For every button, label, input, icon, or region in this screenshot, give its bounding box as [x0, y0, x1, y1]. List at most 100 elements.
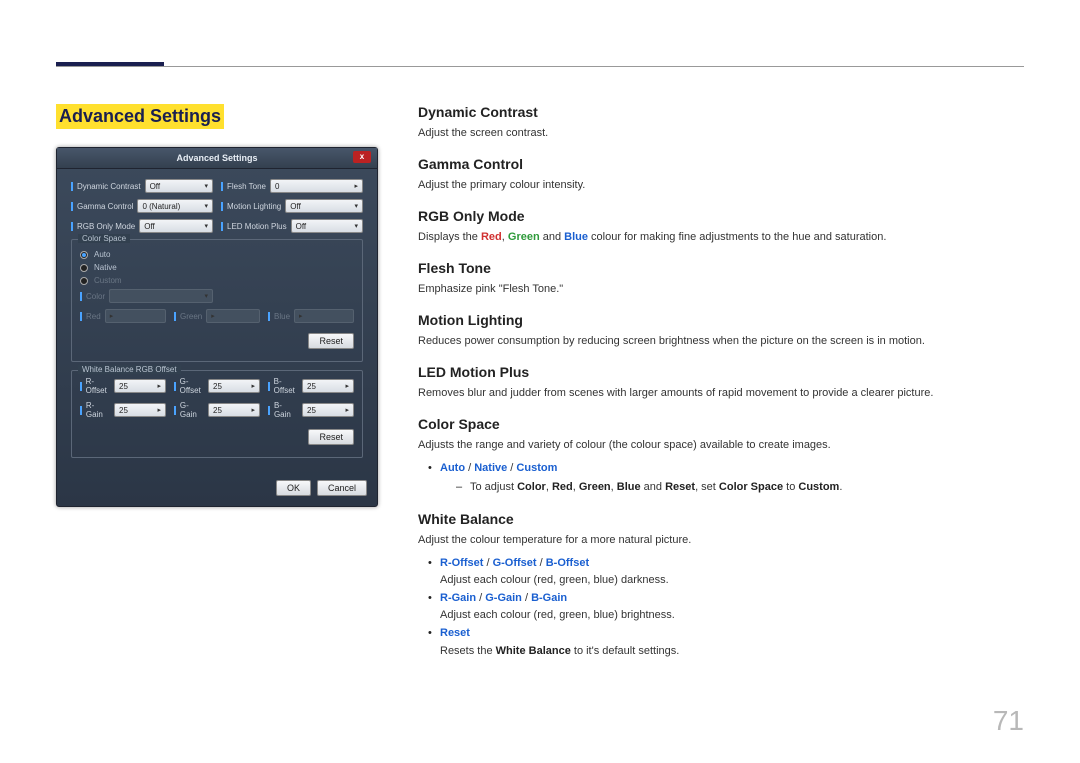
- radio-icon: [80, 264, 88, 272]
- keyword: Color: [517, 481, 546, 493]
- select-r-offset[interactable]: 25▸: [114, 379, 166, 393]
- select-value: Off: [290, 202, 301, 211]
- select-g-offset[interactable]: 25 ▸: [208, 379, 260, 393]
- desc-led-motion-plus: Removes blur and judder from scenes with…: [418, 386, 1024, 402]
- close-icon[interactable]: x: [353, 151, 371, 163]
- keyword: Color Space: [719, 481, 783, 493]
- dialog-titlebar: Advanced Settings x: [57, 148, 377, 169]
- keyword: Reset: [665, 481, 695, 493]
- text: , set: [695, 481, 719, 493]
- chevron-right-icon: ▸: [110, 312, 114, 320]
- section-title-advanced-settings: Advanced Settings: [56, 104, 224, 129]
- cancel-button[interactable]: Cancel: [317, 480, 367, 496]
- option-g-gain: G-Gain: [485, 592, 522, 604]
- select-red: ▸: [105, 309, 166, 323]
- chevron-down-icon: ▾: [204, 292, 208, 300]
- text: and: [641, 481, 665, 493]
- select-g-gain[interactable]: 25 ▸: [208, 403, 260, 417]
- radio-label: Auto: [94, 250, 110, 259]
- list-color-space: Auto / Native / Custom To adjust Color, …: [418, 460, 1024, 497]
- chevron-right-icon: ▸: [345, 382, 349, 390]
- heading-gamma-control: Gamma Control: [418, 156, 1024, 172]
- select-gamma-control[interactable]: 0 (Natural)▾: [137, 199, 213, 213]
- row-rgb: Red ▸ Green ▸ Blue ▸: [80, 309, 354, 323]
- label-b-offset: B-Offset: [268, 377, 298, 395]
- select-rgb-only-mode[interactable]: Off▾: [139, 219, 213, 233]
- chevron-right-icon: ▸: [354, 182, 358, 190]
- select-value: 0: [275, 182, 279, 191]
- keyword: Blue: [617, 481, 641, 493]
- label-r-gain: R-Gain: [80, 401, 110, 419]
- chevron-right-icon: ▸: [211, 312, 215, 320]
- text: Displays the: [418, 231, 481, 243]
- label-red: Red: [80, 312, 101, 321]
- radio-custom[interactable]: Custom: [80, 276, 354, 285]
- heading-flesh-tone: Flesh Tone: [418, 260, 1024, 276]
- list-item: Auto / Native / Custom To adjust Color, …: [418, 460, 1024, 497]
- label-g-offset: G-Offset: [174, 377, 204, 395]
- select-value: 0 (Natural): [142, 202, 180, 211]
- color-space-reset-row: Reset: [80, 329, 354, 351]
- desc-white-balance: Adjust the colour temperature for a more…: [418, 533, 1024, 549]
- label-flesh-tone: Flesh Tone: [221, 182, 266, 191]
- heading-dynamic-contrast: Dynamic Contrast: [418, 104, 1024, 120]
- chevron-down-icon: ▾: [204, 182, 208, 190]
- desc-color-space: Adjusts the range and variety of colour …: [418, 438, 1024, 454]
- text: Adjust each colour (red, green, blue) br…: [440, 609, 675, 621]
- keyword-green: Green: [508, 231, 540, 243]
- keyword-blue: Blue: [564, 231, 588, 243]
- select-value: 25: [119, 406, 128, 415]
- chevron-right-icon: ▸: [251, 382, 255, 390]
- select-value: Off: [150, 182, 161, 191]
- option-b-gain: B-Gain: [531, 592, 567, 604]
- reset-button[interactable]: Reset: [308, 333, 354, 349]
- label-g-gain: G-Gain: [174, 401, 204, 419]
- select-value: 25: [213, 406, 222, 415]
- text: to it's default settings.: [571, 645, 680, 657]
- select-b-offset[interactable]: 25▸: [302, 379, 354, 393]
- keyword-red: Red: [481, 231, 502, 243]
- group-title-color-space: Color Space: [78, 234, 130, 243]
- dialog-row-2: Gamma Control 0 (Natural)▾ Motion Lighti…: [71, 199, 363, 213]
- desc-flesh-tone: Emphasize pink "Flesh Tone.": [418, 282, 1024, 298]
- radio-auto[interactable]: Auto: [80, 250, 354, 259]
- select-r-gain[interactable]: 25 ▸: [114, 403, 166, 417]
- select-b-gain[interactable]: 25▸: [302, 403, 354, 417]
- chevron-right-icon: ▸: [299, 312, 303, 320]
- separator: /: [465, 462, 474, 474]
- separator: /: [522, 592, 531, 604]
- label-r-offset: R-Offset: [80, 377, 110, 395]
- option-reset: Reset: [440, 627, 470, 639]
- select-value: Off: [144, 222, 155, 231]
- keyword: White Balance: [496, 645, 571, 657]
- label-motion-lighting: Motion Lighting: [221, 202, 281, 211]
- list-white-balance: R-Offset / G-Offset / B-Offset Adjust ea…: [418, 555, 1024, 661]
- heading-white-balance: White Balance: [418, 511, 1024, 527]
- ok-button[interactable]: OK: [276, 480, 311, 496]
- row-offset: R-Offset25▸ G-Offset25▸ B-Offset25▸: [80, 377, 354, 395]
- select-value: 25: [213, 382, 222, 391]
- left-column: Advanced Settings Advanced Settings x Dy…: [56, 104, 386, 674]
- row-color: Color ▾: [80, 289, 354, 303]
- select-led-motion-plus[interactable]: Off▾: [291, 219, 363, 233]
- right-column: Dynamic Contrast Adjust the screen contr…: [418, 104, 1024, 674]
- chevron-right-icon: ▸: [157, 406, 161, 414]
- chevron-right-icon: ▸: [251, 406, 255, 414]
- radio-native[interactable]: Native: [80, 263, 354, 272]
- select-green: ▸: [206, 309, 260, 323]
- dialog-row-3: RGB Only Mode Off▾ LED Motion Plus Off▾: [71, 219, 363, 233]
- radio-icon: [80, 251, 88, 259]
- group-white-balance: White Balance RGB Offset R-Offset25▸ G-O…: [71, 370, 363, 458]
- select-dynamic-contrast[interactable]: Off ▾: [145, 179, 213, 193]
- label-b-gain: B-Gain: [268, 401, 298, 419]
- text: colour for making fine adjustments to th…: [588, 231, 886, 243]
- page: Advanced Settings Advanced Settings x Dy…: [0, 0, 1080, 763]
- reset-button[interactable]: Reset: [308, 429, 354, 445]
- separator: /: [483, 557, 492, 569]
- keyword: Custom: [798, 481, 839, 493]
- label-blue: Blue: [268, 312, 290, 321]
- select-motion-lighting[interactable]: Off▾: [285, 199, 363, 213]
- sublist: To adjust Color, Red, Green, Blue and Re…: [440, 479, 1024, 497]
- text: .: [839, 481, 842, 493]
- select-flesh-tone[interactable]: 0▸: [270, 179, 363, 193]
